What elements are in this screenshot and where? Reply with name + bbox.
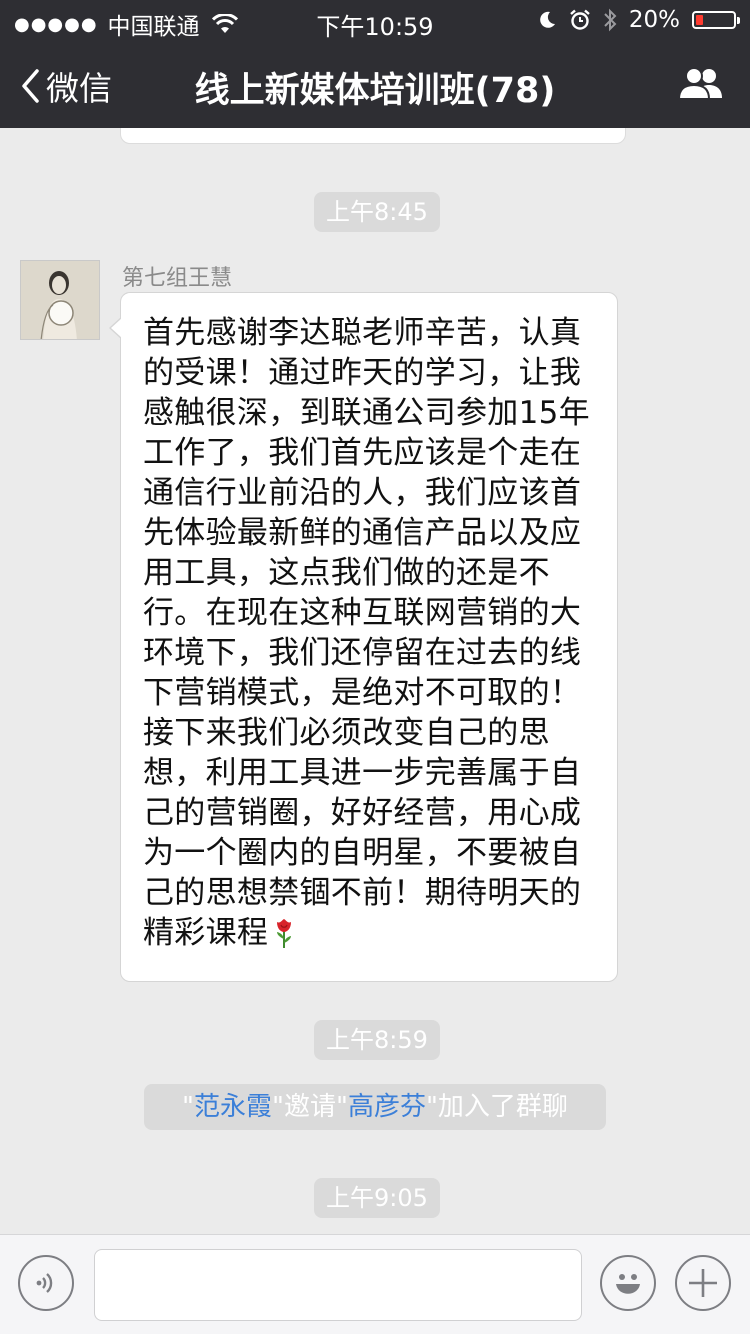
message-text: 首先感谢李达聪老师辛苦，认真的受课！通过昨天的学习，让我感触很深，到联通公司参加… xyxy=(143,315,590,951)
moon-icon xyxy=(540,11,555,28)
system-join-text: "加入了群聊 xyxy=(425,1092,568,1122)
bluetooth-icon xyxy=(604,8,617,32)
chat-area[interactable]: 上午8:45 第七组王慧 首先感谢李达聪老师辛苦，认真的受课！通过昨天的学习，让… xyxy=(0,128,750,1234)
invitee-name-link[interactable]: 高彦芬 xyxy=(348,1092,426,1122)
battery-fill xyxy=(696,15,703,25)
message-text-container: 首先感谢李达聪老师辛苦，认真的受课！通过昨天的学习，让我感触很深，到联通公司参加… xyxy=(143,313,597,959)
alarm-clock-icon xyxy=(570,9,590,30)
previous-message-bubble[interactable] xyxy=(120,128,626,144)
group-members-icon[interactable] xyxy=(678,66,724,100)
timestamp: 上午9:05 xyxy=(314,1178,440,1218)
timestamp: 上午8:59 xyxy=(314,1020,440,1060)
chat-title: 线上新媒体培训班(78) xyxy=(194,71,556,111)
timestamp: 上午8:45 xyxy=(314,192,440,232)
avatar[interactable] xyxy=(20,260,100,340)
more-functions-button[interactable] xyxy=(675,1255,731,1311)
sender-name: 第七组王慧 xyxy=(122,266,233,291)
message-bubble[interactable]: 首先感谢李达聪老师辛苦，认真的受课！通过昨天的学习，让我感触很深，到联通公司参加… xyxy=(109,292,618,982)
voice-button[interactable] xyxy=(18,1255,74,1311)
avatar-image xyxy=(21,261,99,339)
top-bar: ●●●●● 中国联通 下午10:59 20% 微信 线上新媒体培训班(78) xyxy=(0,0,750,128)
plus-icon xyxy=(689,1269,717,1297)
battery-icon xyxy=(692,11,740,29)
system-invite-text: "邀请" xyxy=(272,1092,348,1122)
emoji-button[interactable] xyxy=(600,1255,656,1311)
voice-icon xyxy=(36,1273,53,1293)
system-quote: " xyxy=(182,1092,195,1122)
message-input[interactable] xyxy=(94,1249,582,1321)
emoji-icon xyxy=(616,1274,640,1294)
inviter-name-link[interactable]: 范永霞 xyxy=(194,1092,272,1122)
rose-icon xyxy=(272,917,296,959)
status-bar: ●●●●● 中国联通 下午10:59 20% xyxy=(0,0,750,41)
battery-percent: 20% xyxy=(628,7,680,33)
system-message: "范永霞"邀请"高彦芬"加入了群聊 xyxy=(144,1084,606,1130)
status-right: 20% xyxy=(537,7,740,33)
navigation-bar: 微信 线上新媒体培训班(78) xyxy=(0,40,750,128)
input-bar xyxy=(0,1234,750,1334)
